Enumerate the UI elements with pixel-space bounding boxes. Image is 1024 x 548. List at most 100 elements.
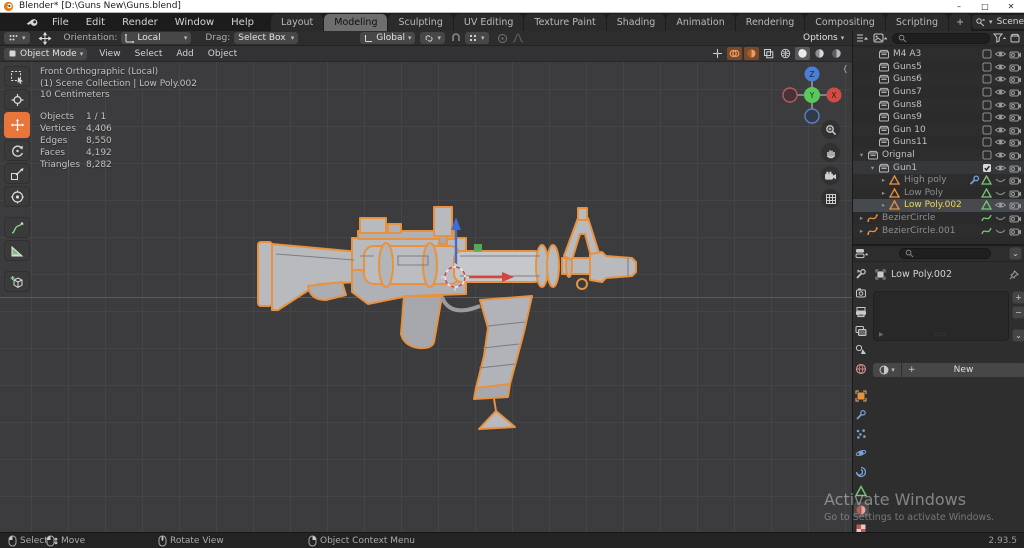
toggle-closed-icon[interactable]: ▸ — [857, 227, 866, 235]
toggle-closed-icon[interactable]: ▸ — [879, 176, 888, 184]
tab-rendering[interactable]: Rendering — [735, 14, 805, 31]
eye-open-icon[interactable] — [992, 150, 1007, 160]
eye-open-icon[interactable] — [992, 112, 1007, 122]
menu-window[interactable]: Window — [168, 15, 221, 30]
checkbox-unchecked-icon[interactable] — [982, 49, 992, 59]
outliner-row[interactable]: Guns9 — [853, 111, 1024, 124]
properties-tab-tool[interactable] — [854, 266, 869, 281]
eye-open-icon[interactable] — [992, 163, 1007, 173]
new-collection-icon[interactable] — [1010, 33, 1021, 43]
properties-editor-icon[interactable] — [855, 248, 869, 259]
checkbox-unchecked-icon[interactable] — [982, 112, 992, 122]
properties-tab-scene[interactable] — [854, 342, 869, 357]
tab-animation[interactable]: Animation — [666, 14, 735, 31]
tab-layout[interactable]: Layout — [270, 14, 324, 31]
slot-specials-button[interactable]: ⌄ — [1012, 329, 1024, 342]
camera-icon[interactable] — [1007, 137, 1022, 147]
select-box-tool-button[interactable] — [4, 66, 30, 87]
tab-compositing[interactable]: Compositing — [805, 14, 885, 31]
scene-selector[interactable]: ▾ Scene ⧉ ✕ — [972, 15, 1024, 29]
blender-menu-icon[interactable] — [26, 17, 39, 28]
menu-file[interactable]: File — [45, 15, 76, 30]
toggle-closed-icon[interactable]: ▸ — [879, 201, 888, 209]
viewport-menu-add[interactable]: Add — [170, 48, 199, 60]
shading-wireframe-icon[interactable] — [778, 47, 793, 60]
show-overlays-icon[interactable] — [727, 47, 742, 60]
viewport-menu-select[interactable]: Select — [129, 48, 169, 60]
checkbox-unchecked-icon[interactable] — [982, 150, 992, 160]
drag-dropdown[interactable]: Select Box ▾ — [234, 32, 299, 44]
outliner-row[interactable]: ▸ BezierCircle — [853, 212, 1024, 225]
shading-solid-icon[interactable] — [795, 47, 810, 60]
outliner-row[interactable]: Guns11 — [853, 136, 1024, 149]
remove-slot-button[interactable]: − — [1012, 306, 1024, 319]
properties-tab-output[interactable] — [854, 304, 869, 319]
viewport-menu-view[interactable]: View — [93, 48, 126, 60]
camera-icon[interactable] — [1007, 62, 1022, 72]
outliner-row[interactable]: Guns5 — [853, 61, 1024, 74]
add-slot-button[interactable]: + — [1012, 291, 1024, 304]
checkbox-unchecked-icon[interactable] — [982, 62, 992, 72]
browse-material-dropdown[interactable]: ▾ — [873, 363, 901, 377]
camera-icon[interactable] — [1007, 226, 1022, 236]
outliner-row[interactable]: Guns7 — [853, 86, 1024, 99]
cursor-tool-button[interactable] — [4, 89, 30, 110]
outliner-row[interactable]: M4 A3 — [853, 48, 1024, 61]
transform-pivot-dropdown[interactable]: Global ▾ — [360, 32, 416, 44]
xray-alt-icon[interactable] — [744, 47, 759, 60]
camera-icon[interactable] — [1007, 188, 1022, 198]
viewport-3d[interactable]: Front Orthographic (Local) (1) Scene Col… — [0, 62, 852, 532]
properties-tab-object-data[interactable] — [854, 483, 869, 498]
display-mode-icon[interactable] — [873, 33, 889, 43]
checkbox-unchecked-icon[interactable] — [982, 100, 992, 110]
eye-open-icon[interactable] — [992, 200, 1007, 210]
transform-tool-button[interactable] — [4, 186, 30, 207]
material-slots-list[interactable]: ▶ :::: — [873, 291, 1009, 341]
eye-open-icon[interactable] — [992, 49, 1007, 59]
annotate-tool-button[interactable] — [4, 217, 30, 238]
properties-tab-material[interactable] — [853, 502, 869, 517]
toggle-open-icon[interactable]: ▾ — [857, 151, 866, 159]
tab-texture-paint[interactable]: Texture Paint — [524, 14, 606, 31]
options-dropdown[interactable]: Options ▾ — [799, 32, 848, 44]
show-gizmo-icon[interactable] — [710, 47, 725, 60]
zoom-button[interactable] — [821, 120, 840, 139]
shading-rendered-icon[interactable] — [829, 47, 844, 60]
tab-scripting[interactable]: Scripting — [885, 14, 949, 31]
checkbox-unchecked-icon[interactable] — [982, 74, 992, 84]
camera-icon[interactable] — [1007, 200, 1022, 210]
menu-help[interactable]: Help — [224, 15, 261, 30]
properties-search-input[interactable] — [899, 248, 991, 259]
checkbox-unchecked-icon[interactable] — [982, 137, 992, 147]
outliner-row[interactable]: ▾ Gun1 — [853, 161, 1024, 174]
rotate-tool-button[interactable] — [4, 140, 30, 161]
camera-view-button[interactable] — [821, 166, 840, 185]
sidebar-toggle-icon[interactable]: ❬ — [842, 64, 849, 73]
maximize-button[interactable]: □ — [972, 0, 998, 13]
camera-icon[interactable] — [1007, 125, 1022, 135]
eye-closed-icon[interactable] — [992, 175, 1007, 185]
tab-sculpting[interactable]: Sculpting — [388, 14, 453, 31]
eye-open-icon[interactable] — [992, 62, 1007, 72]
scale-tool-button[interactable] — [4, 163, 30, 184]
properties-tab-render[interactable] — [854, 285, 869, 300]
properties-tab-object[interactable] — [854, 388, 869, 403]
checkbox-unchecked-icon[interactable] — [982, 125, 992, 135]
outliner-row[interactable]: ▸ BezierCircle.001 — [853, 224, 1024, 237]
outliner-row[interactable]: ▸ High poly — [853, 173, 1024, 187]
properties-tab-physics[interactable] — [854, 445, 869, 460]
eye-open-icon[interactable] — [992, 100, 1007, 110]
camera-icon[interactable] — [1007, 49, 1022, 59]
outliner-search-input[interactable] — [892, 32, 990, 44]
move-gizmo[interactable] — [420, 204, 540, 294]
properties-tab-modifiers[interactable] — [854, 407, 869, 422]
orientation-dropdown[interactable]: Local ▾ — [121, 32, 192, 44]
editor-type-icon[interactable] — [856, 33, 870, 43]
properties-options-button[interactable]: ⌄ — [1009, 247, 1022, 260]
properties-tab-view-layer[interactable] — [854, 323, 869, 338]
snap-magnet-icon[interactable] — [451, 33, 461, 43]
viewport-menu-object[interactable]: Object — [202, 48, 243, 60]
properties-tab-constraints[interactable] — [854, 464, 869, 479]
toggle-xray-icon[interactable] — [761, 47, 776, 60]
tab-modeling[interactable]: Modeling — [324, 14, 388, 31]
